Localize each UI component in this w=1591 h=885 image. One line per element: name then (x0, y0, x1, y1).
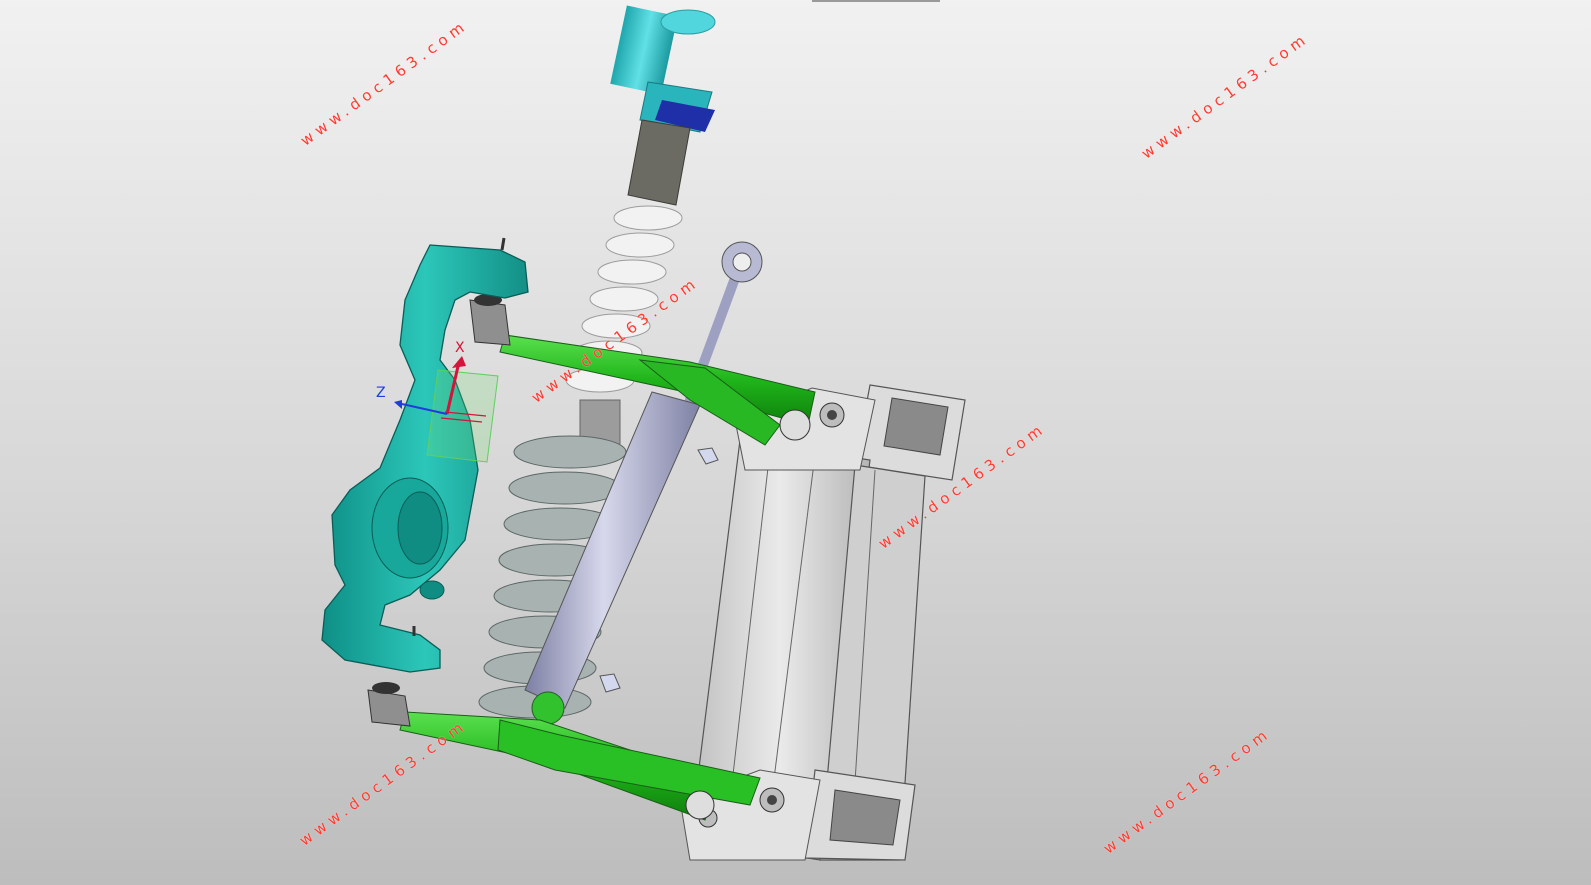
caliper-mount-hole (419, 580, 445, 600)
suspension-assembly-model[interactable] (0, 0, 1591, 885)
lower-ball-joint (367, 689, 411, 727)
cad-viewport[interactable]: X Z www.doc163.com www.doc163.com www.do… (0, 0, 1591, 885)
reservoir-cap (660, 9, 716, 35)
lower-pivot-bolt-head (767, 795, 777, 805)
rod-end-bore (732, 252, 752, 272)
upper-arm-bushing (779, 409, 811, 441)
axis-label-x: X (455, 340, 465, 356)
upper-ball-joint (469, 299, 511, 346)
z-axis-arrow-head (394, 400, 402, 409)
x-axis-arrow-head (452, 356, 466, 368)
axis-label-z: Z (376, 385, 386, 401)
frame-lower-box-opening (829, 789, 901, 846)
damper-lower-mount (531, 691, 565, 725)
lower-arm-bushing (685, 790, 715, 820)
frame-upper-box-opening (883, 397, 949, 456)
lower-ball-joint-nut (372, 682, 400, 694)
shock-top-mount (627, 119, 691, 206)
reference-plane (426, 369, 499, 463)
upper-stud (500, 237, 506, 251)
upper-pivot-bolt-head (827, 410, 837, 420)
hub-bore-inner (397, 491, 443, 565)
